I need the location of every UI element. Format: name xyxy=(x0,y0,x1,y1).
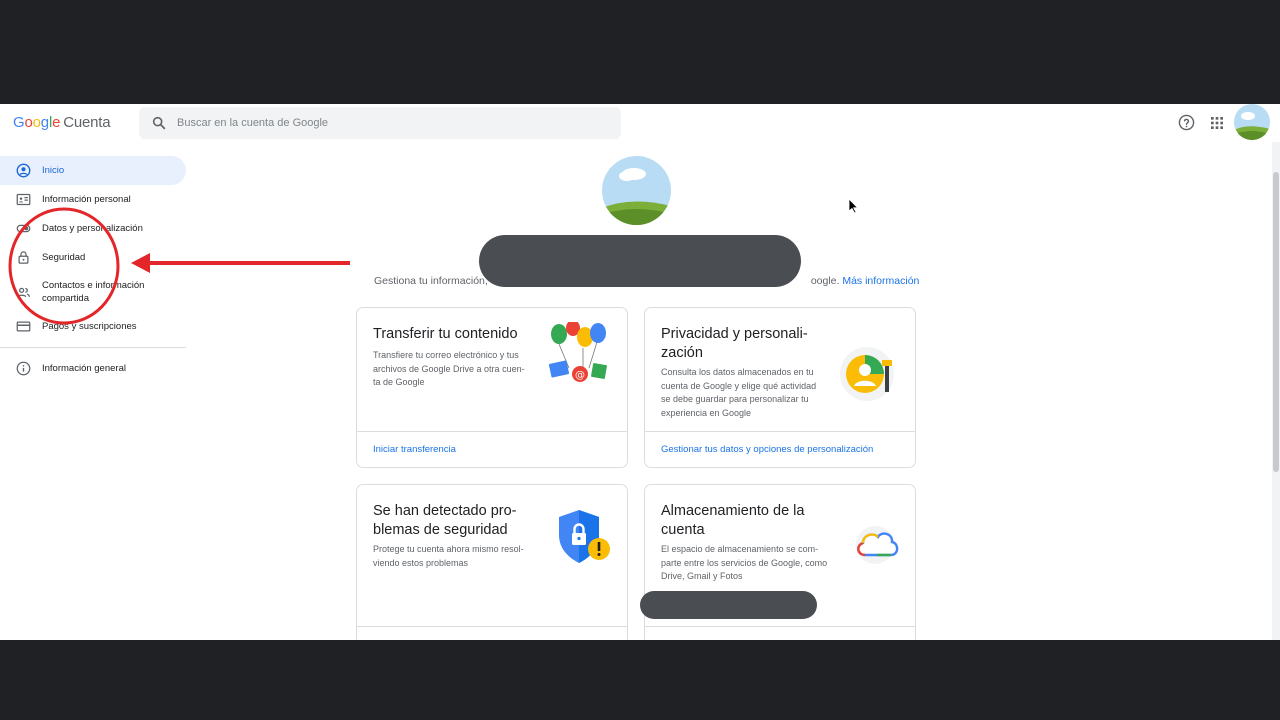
card-description-line: Drive, Gmail y Fotos xyxy=(661,571,743,581)
card-title: Se han detectado pro-blemas de seguridad xyxy=(373,502,517,540)
card-footer[interactable] xyxy=(645,626,915,640)
redacted-name xyxy=(479,235,801,287)
card-privacidad[interactable]: Privacidad y personali-zación Consulta l… xyxy=(644,307,916,468)
sidebar-item-label: Inicio xyxy=(42,165,65,176)
card-title: Transferir tu contenido xyxy=(373,325,518,344)
card-description-line: Transfiere tu correo electrónico y tus xyxy=(373,350,519,360)
id-card-icon xyxy=(16,193,31,206)
search-input[interactable] xyxy=(177,107,597,139)
sidebar-item-datos-personalizacion[interactable]: Datos y personalización xyxy=(0,214,186,243)
balloons-illustration-icon: @ xyxy=(548,322,607,382)
people-icon xyxy=(16,287,31,297)
logo-letter: o xyxy=(24,114,33,131)
privacy-personalization-icon xyxy=(840,347,894,401)
card-title-line: Se han detectado pro- xyxy=(373,503,517,519)
top-bar: Google Cuenta xyxy=(0,104,1280,142)
card-description-line: se debe guardar para personalizar tu xyxy=(661,394,809,404)
sidebar-nav: Inicio Información personal Datos y pers… xyxy=(0,156,190,383)
sidebar-item-label: Seguridad xyxy=(42,252,86,263)
mas-informacion-link[interactable]: Más información xyxy=(842,275,919,287)
logo-letter: G xyxy=(13,114,25,131)
cloud-storage-icon xyxy=(856,526,899,564)
card-description-line: Protege tu cuenta ahora mismo resol- xyxy=(373,544,524,554)
scrollbar[interactable] xyxy=(1272,142,1280,640)
card-description-line: experiencia en Google xyxy=(661,407,752,418)
card-description-line: ta de Google xyxy=(373,377,425,387)
card-description-line: archivos de Google Drive a otra cuen- xyxy=(373,363,525,374)
sidebar-item-label: Información personal xyxy=(42,194,131,205)
sidebar-item-label: Información general xyxy=(42,363,126,374)
gestionar-datos-link[interactable]: Gestionar tus datos y opciones de person… xyxy=(661,444,873,455)
sidebar-item-label: Contactos e información compartida xyxy=(42,280,145,304)
logo-letter: o xyxy=(32,114,41,131)
logo-product-name: Cuenta xyxy=(63,114,111,131)
card-description-line: cuenta de Google y elige qué actividad xyxy=(661,380,817,391)
card-footer[interactable] xyxy=(357,626,627,640)
profile-avatar[interactable] xyxy=(602,156,671,225)
card-title: Almacenamiento de la cuenta xyxy=(661,502,804,540)
search-icon xyxy=(152,116,166,130)
sidebar-item-label: Datos y personalización xyxy=(42,223,143,234)
account-circle-icon xyxy=(16,163,31,178)
card-footer[interactable]: Gestionar tus datos y opciones de person… xyxy=(645,431,915,467)
card-description-line: parte entre los servicios de Google, com… xyxy=(661,557,828,568)
apps-grid-icon[interactable] xyxy=(1209,115,1225,131)
card-footer[interactable]: Iniciar transferencia xyxy=(357,431,627,467)
iniciar-transferencia-link[interactable]: Iniciar transferencia xyxy=(373,444,456,455)
card-title-line: zación xyxy=(661,345,703,361)
card-seguridad[interactable]: Se han detectado pro-blemas de seguridad… xyxy=(356,484,628,640)
credit-card-icon xyxy=(16,321,31,332)
sidebar-item-inicio[interactable]: Inicio xyxy=(0,156,186,185)
redacted-value xyxy=(640,591,817,619)
logo-letter: e xyxy=(52,114,61,131)
card-description: Consulta los datos almacenados en tu cue… xyxy=(661,366,816,420)
lock-icon xyxy=(18,251,29,264)
info-icon xyxy=(16,361,31,376)
card-description-line: Consulta los datos almacenados en tu xyxy=(661,367,814,377)
card-description-line: viendo estos problemas xyxy=(373,557,469,568)
card-description-line: El espacio de almacenamiento se com- xyxy=(661,544,819,554)
svg-text:@: @ xyxy=(575,370,585,381)
scrollbar-thumb[interactable] xyxy=(1273,172,1279,472)
card-title-line: Almacenamiento de la xyxy=(661,503,805,519)
sidebar-item-pagos[interactable]: Pagos y suscripciones xyxy=(0,312,186,341)
card-description: Transfiere tu correo electrónico y tus a… xyxy=(373,349,525,390)
subtitle-text-end: oogle. xyxy=(810,275,840,287)
sidebar-item-label: Pagos y suscripciones xyxy=(42,321,137,332)
logo-letter: g xyxy=(40,114,49,131)
toggle-icon xyxy=(16,224,31,233)
help-icon[interactable] xyxy=(1178,114,1195,131)
card-description: Protege tu cuenta ahora mismo resol- vie… xyxy=(373,543,524,570)
card-title-line: blemas de seguridad xyxy=(373,522,508,538)
sidebar-divider xyxy=(0,347,186,348)
search-box[interactable] xyxy=(139,107,621,139)
google-account-window: GoogleCuenta Inicio Información personal… xyxy=(0,104,1280,640)
account-avatar[interactable] xyxy=(1234,104,1270,140)
google-cuenta-logo[interactable]: Google Cuenta xyxy=(13,114,111,131)
card-description: El espacio de almacenamiento se com- par… xyxy=(661,543,827,584)
security-shield-warning-icon xyxy=(559,510,610,563)
sidebar-item-seguridad[interactable]: Seguridad xyxy=(0,243,186,272)
card-title: Privacidad y personali-zación xyxy=(661,325,808,363)
card-title-line: Transferir tu contenido xyxy=(373,326,518,342)
sidebar-item-informacion-general[interactable]: Información general xyxy=(0,354,186,383)
subtitle-text-start: Gestiona tu información, xyxy=(374,275,488,287)
sidebar-item-contactos[interactable]: Contactos e información compartida xyxy=(0,272,186,312)
avatar-landscape-icon xyxy=(1234,104,1270,140)
card-title-line: cuenta xyxy=(661,522,705,538)
sidebar-item-informacion-personal[interactable]: Información personal xyxy=(0,185,186,214)
avatar-landscape-icon xyxy=(602,156,671,225)
card-title-line: Privacidad y personali- xyxy=(661,326,808,342)
card-transferir[interactable]: Transferir tu contenido Transfiere tu co… xyxy=(356,307,628,468)
